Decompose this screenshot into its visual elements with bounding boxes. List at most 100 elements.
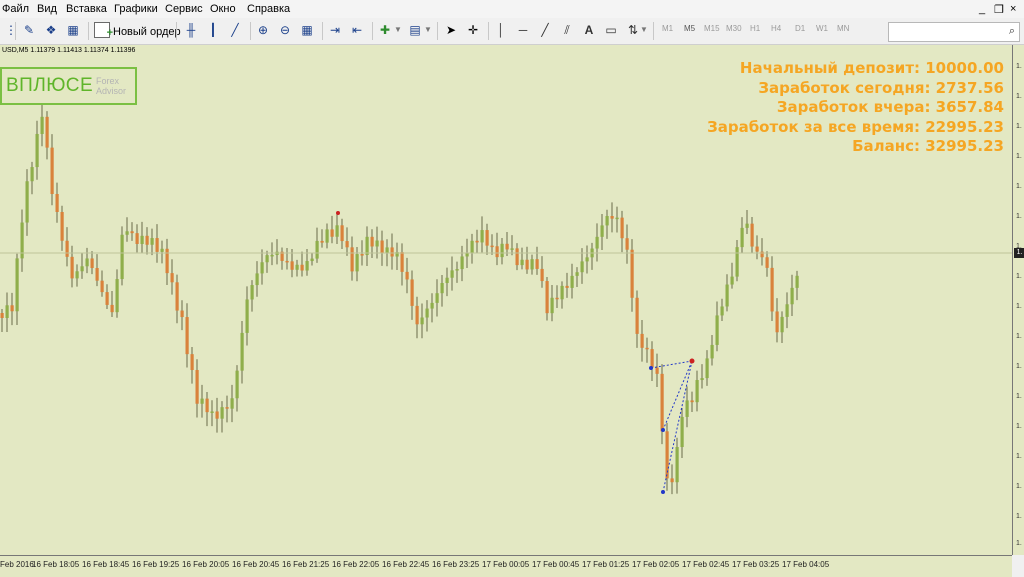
trade-connector-line	[662, 360, 693, 493]
menu-bar: Файл Вид Вставка Графики Сервис Окно Спр…	[0, 0, 1024, 18]
toolbar-separator	[250, 22, 251, 40]
time-label: 17 Feb 04:05	[782, 560, 830, 569]
time-label: 16 Feb 19:25	[132, 560, 180, 569]
toolbar-separator	[488, 22, 489, 40]
price-tick: 1.	[1016, 273, 1022, 280]
timeframe-m1[interactable]: M1	[662, 24, 673, 33]
time-label: 16 Feb 20:05	[182, 560, 230, 569]
toolbar-handle-icon: ⋮	[5, 23, 17, 37]
time-label: 17 Feb 03:25	[732, 560, 780, 569]
price-tick: 1.	[1016, 483, 1022, 490]
text-icon[interactable]: A	[580, 21, 598, 39]
timeframe-d1[interactable]: D1	[795, 24, 805, 33]
new-order-label: Новый ордер	[113, 26, 181, 38]
price-scale: 1. 1. 1. 1. 1. 1. 1. 1. 1. 1. 1. 1. 1. 1…	[1012, 45, 1024, 555]
toolbar-separator	[372, 22, 373, 40]
timeframe-h1[interactable]: H1	[750, 24, 760, 33]
search-icon[interactable]: ⌕	[1009, 25, 1015, 38]
new-order-icon	[94, 22, 113, 42]
periods-icon[interactable]: ▤	[406, 21, 424, 39]
price-chart[interactable]: USD,M5 1.11379 1.11413 1.11374 1.11396 В…	[0, 45, 1012, 555]
close-button[interactable]: ×	[1010, 3, 1016, 15]
price-tick: 1.	[1016, 423, 1022, 430]
price-tick: 1.	[1016, 363, 1022, 370]
stat-earned-today: Заработок сегодня: 2737.56	[758, 78, 1004, 97]
time-label: 17 Feb 00:45	[532, 560, 580, 569]
indicators-icon[interactable]: ✚	[376, 21, 394, 39]
price-tick: 1.	[1016, 183, 1022, 190]
price-tick: 1.	[1016, 333, 1022, 340]
bar-chart-icon[interactable]: ╫	[182, 21, 200, 39]
restore-button[interactable]: ❐	[994, 3, 1004, 16]
toolbar-separator	[322, 22, 323, 40]
trade-entry-marker	[661, 490, 665, 494]
time-label: 17 Feb 02:45	[682, 560, 730, 569]
menu-file[interactable]: Файл	[2, 3, 29, 15]
menu-insert[interactable]: Вставка	[66, 3, 107, 15]
zoom-in-icon[interactable]: ⊕	[254, 21, 272, 39]
horizontal-line-icon[interactable]: ─	[514, 21, 532, 39]
stat-earned-yesterday: Заработок вчера: 3657.84	[776, 98, 1004, 116]
price-tick: 1.	[1016, 153, 1022, 160]
timeframe-m30[interactable]: M30	[726, 24, 742, 33]
toolbar-separator	[176, 22, 177, 40]
trade-entry-marker	[661, 428, 665, 432]
price-tick: 1.	[1016, 513, 1022, 520]
toolbar-separator	[653, 22, 654, 40]
timeframe-m5[interactable]: M5	[684, 24, 695, 33]
profiles-icon[interactable]: ❖	[42, 21, 60, 39]
crosshair-icon[interactable]: ✛	[464, 21, 482, 39]
price-tick: 1.	[1016, 63, 1022, 70]
stat-balance: Баланс: 32995.23	[852, 137, 1004, 155]
toolbar-separator	[15, 22, 16, 40]
vertical-line-icon[interactable]: │	[492, 21, 510, 39]
candlestick-chart-icon[interactable]: ┃	[204, 21, 222, 39]
time-label: 16 Feb 22:05	[332, 560, 380, 569]
price-tick: 1.	[1016, 123, 1022, 130]
trendline-icon[interactable]: ╱	[536, 21, 554, 39]
chevron-down-icon[interactable]: ▼	[394, 21, 402, 39]
tile-windows-icon[interactable]: ▦	[298, 21, 316, 39]
symbol-info: USD,M5 1.11379 1.11413 1.11374 1.11396	[2, 47, 136, 54]
line-chart-icon[interactable]: ╱	[226, 21, 244, 39]
trade-exit-marker	[689, 358, 695, 364]
trade-connector-line	[662, 360, 693, 431]
trade-entry-marker	[649, 366, 653, 370]
menu-tools[interactable]: Сервис	[165, 3, 203, 15]
toolbar-separator	[88, 22, 89, 40]
zoom-out-icon[interactable]: ⊖	[276, 21, 294, 39]
logo-main-text: ВПЛЮСЕ	[6, 75, 94, 96]
auto-scroll-icon[interactable]: ⇥	[326, 21, 344, 39]
timeframe-mn[interactable]: MN	[837, 24, 849, 33]
logo: ВПЛЮСЕ Forex Advisor	[0, 67, 137, 105]
label-icon[interactable]: ▭	[602, 21, 620, 39]
time-label: 16 Feb 21:25	[282, 560, 330, 569]
account-stats: Начальный депозит: 10000.00 Заработок се…	[707, 59, 1004, 157]
time-label: 16 Feb 22:45	[382, 560, 430, 569]
timeframe-h4[interactable]: H4	[771, 24, 781, 33]
time-label: 16 Feb 18:05	[32, 560, 80, 569]
menu-window[interactable]: Окно	[210, 3, 236, 15]
trade-exit-marker	[336, 211, 340, 215]
market-watch-icon[interactable]: ▦	[64, 21, 82, 39]
cursor-icon[interactable]: ➤	[442, 21, 460, 39]
time-label: 17 Feb 00:05	[482, 560, 530, 569]
new-order-button[interactable]: Новый ордер	[94, 22, 181, 42]
timeframe-w1[interactable]: W1	[816, 24, 828, 33]
minimize-button[interactable]: _	[979, 3, 985, 15]
time-label: 16 Feb 23:25	[432, 560, 480, 569]
time-label: Feb 2016	[0, 560, 34, 569]
chart-shift-icon[interactable]: ⇤	[348, 21, 366, 39]
chevron-down-icon[interactable]: ▼	[424, 21, 432, 39]
menu-charts[interactable]: Графики	[114, 3, 158, 15]
menu-help[interactable]: Справка	[247, 3, 290, 15]
toolbar-separator	[437, 22, 438, 40]
timeframe-m15[interactable]: M15	[704, 24, 720, 33]
channel-icon[interactable]: ⫽	[558, 21, 576, 39]
current-price-label: 1.	[1014, 248, 1024, 258]
edit-icon[interactable]: ✎	[20, 21, 38, 39]
menu-view[interactable]: Вид	[37, 3, 57, 15]
search-input[interactable]: ⌕	[888, 22, 1020, 42]
time-label: 17 Feb 02:05	[632, 560, 680, 569]
chevron-down-icon[interactable]: ▼	[640, 21, 648, 39]
